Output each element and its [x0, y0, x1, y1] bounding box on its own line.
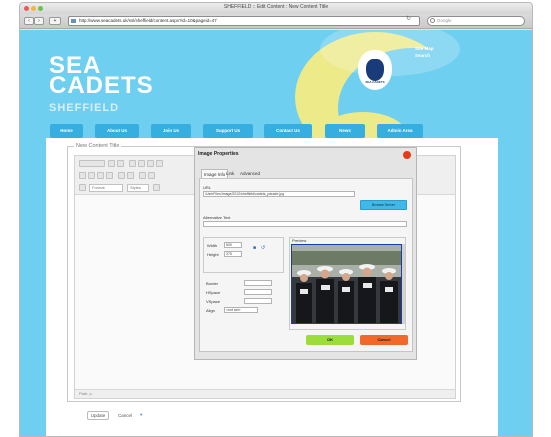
crest-icon: SEA CADETS: [358, 50, 392, 90]
nav-item-about-us[interactable]: About Us: [95, 124, 139, 138]
copy-icon[interactable]: [138, 160, 145, 167]
reset-size-icon[interactable]: ↺: [261, 246, 265, 251]
vspace-label: VSpace: [206, 299, 221, 304]
window-title: SHEFFIELD :: Edit Content : New Content …: [223, 4, 329, 10]
main-nav: Home About Us Join Us Support Us Contact…: [50, 124, 450, 138]
alt-text-label: Alternative Text: [203, 215, 231, 220]
source-button[interactable]: [79, 160, 105, 167]
bold-icon[interactable]: [79, 172, 86, 179]
image-properties-dialog: Image Properties Image Info Link Advance…: [194, 147, 417, 360]
dimensions-group: Width 500 Height 375 ■ ↺: [203, 237, 284, 273]
height-label: Height: [207, 252, 219, 257]
top-links: Site Map Search: [415, 45, 434, 59]
search-icon: [430, 18, 435, 23]
vspace-field[interactable]: [244, 298, 272, 304]
preview-icon[interactable]: [117, 160, 124, 167]
paste-icon[interactable]: [147, 160, 154, 167]
add-bookmark-button[interactable]: +: [49, 17, 61, 25]
address-bar[interactable]: http://www.seacadets.uk/ssl/sheffield/co…: [68, 16, 420, 26]
top-link-search[interactable]: Search: [415, 52, 434, 59]
image-icon[interactable]: [148, 172, 155, 179]
cancel-link[interactable]: Cancel: [118, 412, 132, 421]
cadets-photo: [292, 245, 401, 323]
preview-image: [291, 244, 402, 324]
ok-button[interactable]: OK: [306, 335, 354, 345]
maximize-icon[interactable]: [153, 184, 160, 191]
site-favicon-icon: [71, 19, 76, 23]
dialog-title: Image Properties: [198, 151, 239, 157]
site-subtitle: SHEFFIELD: [49, 102, 120, 114]
crest-text: SEA CADETS: [365, 80, 385, 84]
border-field[interactable]: [244, 280, 272, 286]
top-link-site-map[interactable]: Site Map: [415, 45, 434, 52]
nav-item-contact-us[interactable]: Contact Us: [264, 124, 312, 138]
url-field[interactable]: /UserFiles/Image/2012/sheffield/cadets_p…: [203, 191, 355, 197]
reload-icon[interactable]: ↻: [406, 16, 411, 22]
italic-icon[interactable]: [88, 172, 95, 179]
address-url: http://www.seacadets.uk/ssl/sheffield/co…: [79, 18, 217, 23]
forward-button[interactable]: ›: [34, 17, 44, 25]
search-placeholder: Google: [437, 18, 452, 23]
nav-item-join-us[interactable]: Join Us: [151, 124, 191, 138]
format-select[interactable]: Format: [89, 184, 123, 192]
width-label: Width: [207, 243, 218, 248]
align-select[interactable]: <not set>: [224, 307, 258, 313]
crest-shield: [366, 59, 384, 81]
browser-toolbar: ‹ › + http://www.seacadets.uk/ssl/sheffi…: [20, 14, 532, 29]
lock-ratio-icon[interactable]: ■: [253, 246, 256, 251]
back-button[interactable]: ‹: [24, 17, 34, 25]
strike-icon[interactable]: [106, 172, 113, 179]
bullet-list-icon[interactable]: [118, 172, 125, 179]
preview-label: Preview: [292, 238, 307, 243]
hspace-label: HSpace: [206, 290, 221, 295]
underline-icon[interactable]: [97, 172, 104, 179]
preview-group: Preview: [289, 237, 406, 330]
nav-item-news[interactable]: News: [325, 124, 365, 138]
content-title-legend: New Content Title: [74, 143, 122, 150]
nav-item-support-us[interactable]: Support Us: [203, 124, 253, 138]
update-button[interactable]: Update: [87, 411, 109, 420]
align-label: Align: [206, 308, 215, 313]
link-icon[interactable]: [139, 172, 146, 179]
browser-window: SHEFFIELD :: Edit Content : New Content …: [19, 2, 533, 437]
numbered-list-icon[interactable]: [127, 172, 134, 179]
browse-server-button[interactable]: Browse Server: [360, 200, 407, 210]
nav-item-admin-area[interactable]: Admin Area: [377, 124, 423, 138]
close-dialog-icon[interactable]: [403, 151, 411, 159]
url-label: URL: [203, 185, 212, 190]
new-page-icon[interactable]: [108, 160, 115, 167]
width-field[interactable]: 500: [224, 242, 242, 248]
preview-scrollbar[interactable]: [402, 244, 405, 324]
logo-line-2: CADETS: [49, 72, 154, 99]
editor-path: Path: p: [75, 389, 455, 398]
nav-item-home[interactable]: Home: [50, 124, 83, 138]
cancel-arrow-icon: ▾: [140, 412, 143, 417]
border-label: Border: [206, 281, 219, 286]
image-info-pane: URL /UserFiles/Image/2012/sheffield/cade…: [199, 178, 413, 352]
hspace-field[interactable]: [244, 289, 272, 295]
styles-select[interactable]: Styles: [127, 184, 149, 192]
cut-icon[interactable]: [129, 160, 136, 167]
search-field[interactable]: Google: [427, 16, 525, 26]
title-bar: SHEFFIELD :: Edit Content : New Content …: [20, 3, 532, 14]
site-logo[interactable]: SEA CADETS: [49, 54, 154, 99]
paste-text-icon[interactable]: [156, 160, 163, 167]
height-field[interactable]: 375: [224, 251, 242, 257]
align-left-icon[interactable]: [79, 184, 86, 191]
alt-text-field[interactable]: [203, 221, 407, 227]
cancel-button[interactable]: Cancel: [360, 335, 408, 345]
